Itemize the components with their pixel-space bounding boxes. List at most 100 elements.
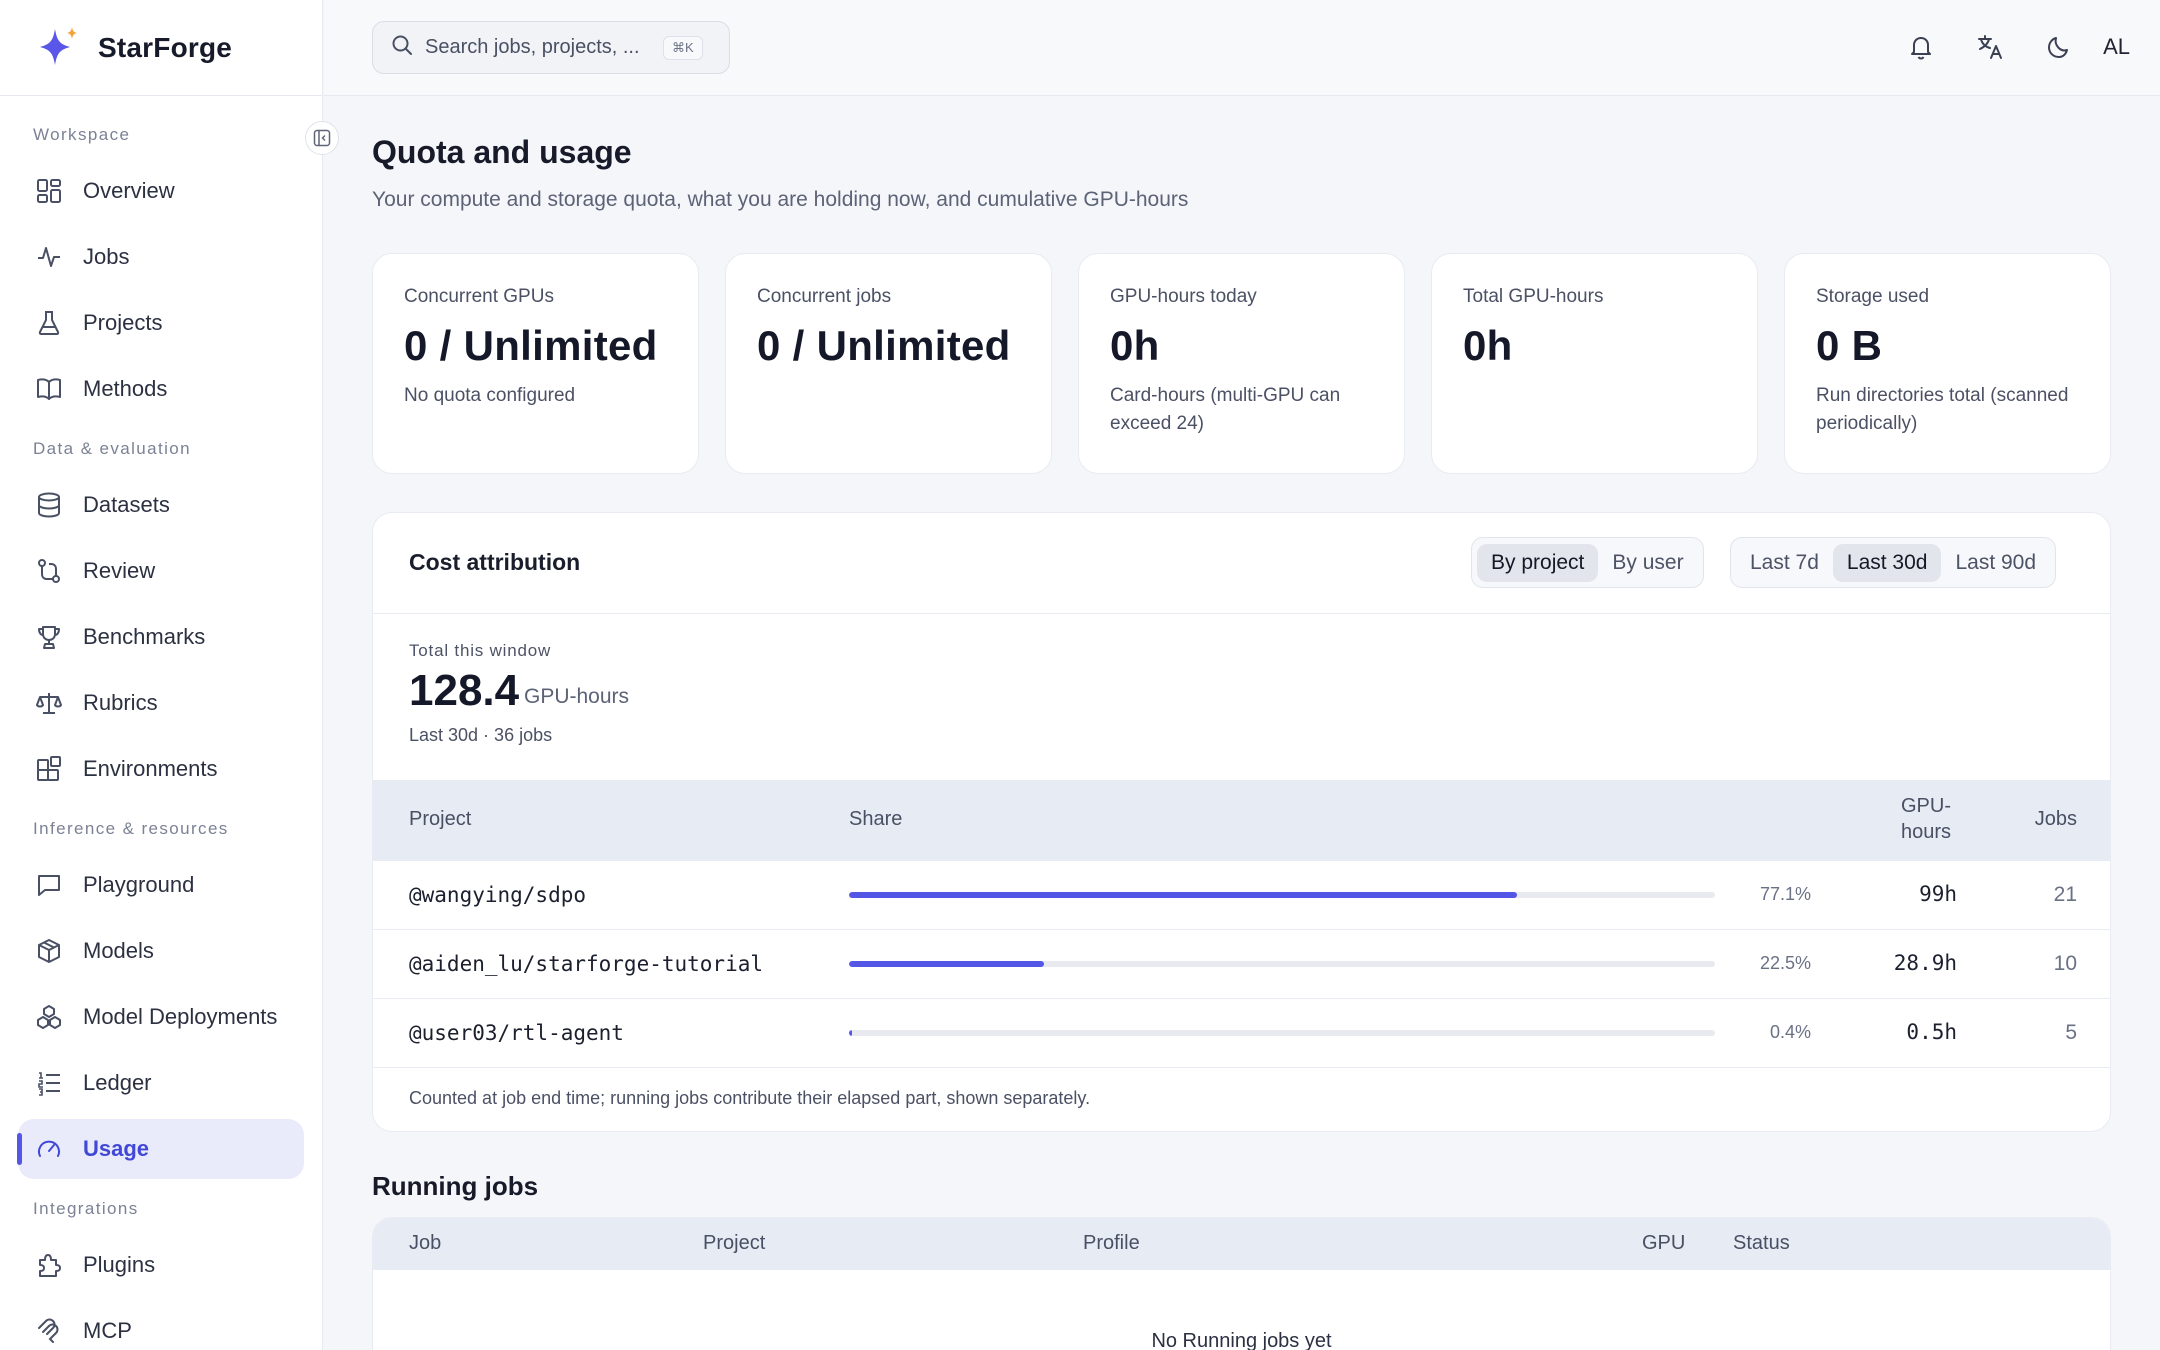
stat-note: Card-hours (multi-GPU can exceed 24) [1110,385,1341,434]
sidebar-item-playground[interactable]: Playground [18,855,304,915]
share-bar-fill [849,892,1517,898]
empty-state-message: No Running jobs yet [1151,1330,1332,1350]
table-header: Project Share GPU- hours Jobs [373,780,2110,861]
stat-value: 0h [1463,322,1513,369]
toggle-by-user[interactable]: By user [1598,544,1697,582]
book-icon [35,375,63,403]
share-percent: 0.4% [1769,1022,1811,1042]
list-ordered-icon [35,1069,63,1097]
stat-card-total-gpu-hours: Total GPU-hours 0h [1431,253,1758,474]
flask-icon [35,309,63,337]
project-name[interactable]: @user03/rtl-agent [409,1021,624,1045]
translate-icon[interactable] [1973,30,2007,64]
panel-header: Cost attribution By project By user Last… [373,513,2110,614]
panel-title: Cost attribution [409,549,581,575]
toggle-last-30d[interactable]: Last 30d [1832,543,1942,582]
brand[interactable]: StarForge [0,0,322,96]
sidebar-item-label: Usage [83,1136,150,1161]
stat-key: Concurrent jobs [757,286,892,307]
total-meta: Last 30d · 36 jobs [409,725,553,745]
stat-value: 0 B [1816,322,1883,369]
search-icon [391,34,413,61]
running-jobs-table: Job Project Profile GPU Status No Runnin… [372,1217,2111,1350]
message-icon [35,871,63,899]
git-compare-icon [35,557,63,585]
stat-note: Run directories total (scanned periodica… [1816,385,2069,434]
share-bar-fill [849,961,1044,967]
project-name[interactable]: @aiden_lu/starforge-tutorial [409,952,763,976]
sidebar-item-model-deployments[interactable]: Model Deployments [18,987,304,1047]
search-input[interactable]: Search jobs, projects, ... ⌘K [372,21,730,74]
sidebar-item-label: Playground [83,872,195,897]
stat-key: Total GPU-hours [1463,286,1604,307]
page-subtitle: Your compute and storage quota, what you… [372,188,1189,211]
sidebar-item-rubrics[interactable]: Rubrics [18,673,304,733]
stat-card-gpu-hours-today: GPU-hours today 0h Card-hours (multi-GPU… [1078,253,1405,474]
time-window-toggle: Last 7d Last 30d Last 90d [1730,537,2057,588]
sidebar-item-label: Rubrics [83,690,158,715]
stat-value: 0 / Unlimited [404,322,658,369]
activity-icon [35,243,63,271]
search-placeholder: Search jobs, projects, ... [425,36,640,58]
column-header-status[interactable]: Status [1733,1232,1790,1255]
sidebar-item-projects[interactable]: Projects [18,293,304,353]
gauge-icon [35,1135,63,1163]
jobs-count: 10 [2053,952,2077,975]
toggle-last-7d[interactable]: Last 7d [1736,544,1833,582]
table-row[interactable]: @wangying/sdpo 77.1% 99h 21 [373,861,2110,930]
sidebar-item-plugins[interactable]: Plugins [18,1235,304,1295]
cluster-icon [35,1003,63,1031]
sidebar-item-label: MCP [83,1318,132,1343]
cost-attribution-panel: Cost attribution By project By user Last… [372,512,2111,1132]
table-header: Job Project Profile GPU Status [373,1218,2110,1270]
sidebar-item-usage[interactable]: Usage [17,1119,304,1179]
sparkle-logo-icon [36,25,82,71]
sidebar-item-label: Datasets [83,492,170,517]
stat-value: 0h [1110,322,1160,369]
table-row[interactable]: @user03/rtl-agent 0.4% 0.5h 5 [373,999,2110,1068]
sidebar-item-jobs[interactable]: Jobs [18,227,304,287]
share-percent: 22.5% [1759,953,1811,973]
stat-card-storage-used: Storage used 0 B Run directories total (… [1784,253,2111,474]
search-shortcut-badge: ⌘K [663,35,703,60]
dark-mode-moon-icon[interactable] [2042,30,2076,64]
sidebar-item-mcp[interactable]: MCP [18,1301,304,1350]
sidebar-item-review[interactable]: Review [18,541,304,601]
sidebar-item-label: Review [83,558,156,583]
collapse-sidebar-button[interactable] [305,121,339,155]
notifications-bell-icon[interactable] [1904,30,1938,64]
sidebar-item-benchmarks[interactable]: Benchmarks [18,607,304,667]
running-jobs-title: Running jobs [372,1171,539,1201]
gpu-hours-value: 28.9h [1893,951,1957,975]
project-name[interactable]: @wangying/sdpo [409,883,586,907]
sidebar-item-ledger[interactable]: Ledger [18,1053,304,1113]
toggle-last-90d[interactable]: Last 90d [1941,544,2050,582]
section-label-integrations: Integrations [33,1199,139,1218]
sidebar-item-methods[interactable]: Methods [18,359,304,419]
gpu-hours-value: 0.5h [1906,1020,1957,1044]
user-avatar[interactable]: AL [2103,34,2130,60]
sidebar-item-label: Benchmarks [83,624,206,649]
column-header-jobs[interactable]: Jobs [2035,808,2077,831]
sidebar-item-datasets[interactable]: Datasets [18,475,304,535]
sidebar-item-models[interactable]: Models [18,921,304,981]
column-header-profile[interactable]: Profile [1083,1232,1140,1255]
sidebar-item-overview[interactable]: Overview [18,161,304,221]
column-header-gpu[interactable]: GPU [1642,1232,1685,1255]
column-header-project[interactable]: Project [409,808,471,831]
sidebar-item-environments[interactable]: Environments [18,739,304,799]
stat-card-concurrent-gpus: Concurrent GPUs 0 / Unlimited No quota c… [372,253,699,474]
table-row[interactable]: @aiden_lu/starforge-tutorial 22.5% 28.9h… [373,930,2110,999]
column-header-project[interactable]: Project [703,1232,765,1255]
column-header-gpu-hours[interactable]: GPU- hours [1891,793,1961,845]
puzzle-icon [35,1251,63,1279]
total-value: 128.4 [409,666,520,715]
column-header-job[interactable]: Job [409,1232,441,1255]
total-unit: GPU-hours [524,685,630,708]
share-bar [849,892,1715,898]
toggle-by-project[interactable]: By project [1477,543,1599,582]
group-by-toggle: By project By user [1471,537,1704,588]
database-icon [35,491,63,519]
sidebar-item-label: Jobs [83,244,130,269]
trophy-icon [35,623,63,651]
